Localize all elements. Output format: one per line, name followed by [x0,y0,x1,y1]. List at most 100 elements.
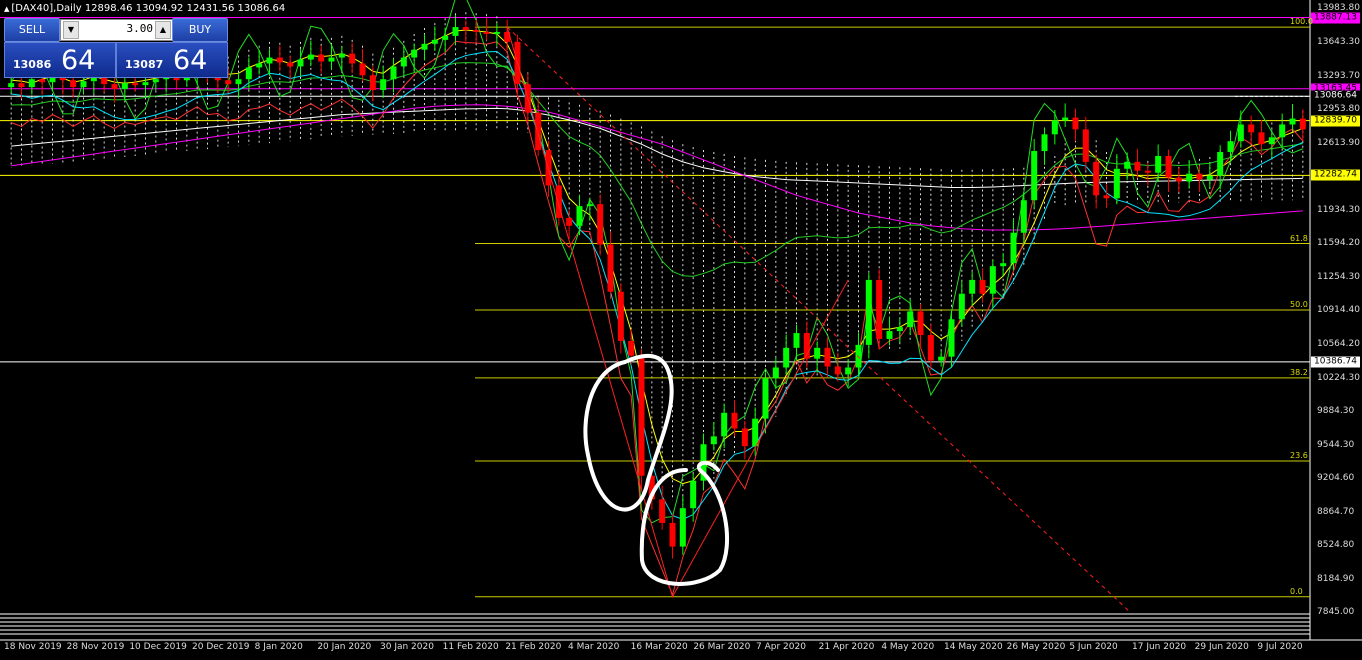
quantity-value[interactable]: 3.00 [127,22,154,35]
candle-85 [886,316,893,346]
candle-body-116 [1206,175,1213,180]
candle-body-115 [1196,173,1203,180]
candle-body-73 [762,378,769,419]
candle-body-120 [1248,124,1255,133]
candle-body-35 [369,75,376,91]
candle-body-0 [8,83,15,88]
candle-115 [1196,165,1203,192]
candle-body-71 [741,428,748,447]
y-tick-12: 9884.30 [1317,406,1355,417]
candle-84 [876,269,883,350]
candle-61 [638,349,645,490]
x-tick-6: 30 Jan 2020 [380,642,434,652]
candle-81 [845,358,852,387]
increase-quantity-icon[interactable]: ▲ [155,21,171,39]
candle-body-98 [1020,200,1027,233]
y-tick-11: 10224.30 [1317,372,1360,383]
candle-body-54 [566,217,573,226]
candle-body-61 [638,355,645,476]
candle-body-39 [411,49,418,58]
candle-body-25 [266,57,273,64]
candle-body-33 [349,53,356,64]
candle-body-28 [297,59,304,67]
candle-body-114 [1186,173,1193,182]
candle-25 [266,49,273,76]
candle-body-12 [132,83,139,86]
candle-body-36 [380,79,387,91]
candle-body-70 [731,412,738,429]
candle-body-87 [907,311,914,328]
price-chart[interactable] [0,0,1362,660]
sell-price-pips: 64 [61,45,96,76]
price-tag-5: 10386.74 [1311,356,1360,368]
candle-body-76 [793,333,800,348]
dashed-trend-line [506,26,1131,613]
candle-body-34 [359,63,366,76]
candle-112 [1165,149,1172,192]
buy-button[interactable]: BUY [172,18,228,42]
candle-body-31 [328,57,335,62]
x-tick-5: 20 Jan 2020 [317,642,372,652]
candle-122 [1268,129,1275,158]
candle-body-102 [1062,117,1069,121]
sell-price-box[interactable]: 13086 64 [4,42,116,78]
candle-body-46 [483,31,490,34]
candle-body-99 [1031,151,1038,201]
symbol-label: [DAX40],Daily [11,3,82,14]
candle-113 [1175,167,1182,193]
candle-body-22 [235,79,242,85]
candle-body-65 [679,508,686,547]
candle-body-94 [979,279,986,294]
candle-body-32 [338,53,345,58]
candle-body-119 [1237,124,1244,142]
candle-111 [1155,144,1162,182]
candle-28 [297,49,304,77]
x-tick-0: 18 Nov 2019 [4,642,62,652]
candle-46 [483,18,490,41]
candle-body-58 [607,244,614,292]
candle-body-42 [442,35,449,40]
candle-body-38 [400,57,407,67]
candle-body-40 [421,43,428,50]
y-tick-15: 8864.70 [1317,506,1355,517]
candle-44 [462,20,469,44]
price-tag-4: 12282.74 [1311,169,1360,181]
candle-116 [1206,163,1213,189]
candle-body-110 [1144,170,1151,173]
candle-body-79 [824,347,831,367]
x-tick-9: 4 Mar 2020 [568,642,620,652]
candle-body-118 [1227,141,1234,153]
candle-body-96 [1000,263,1007,267]
candle-100 [1041,127,1048,165]
sell-button[interactable]: SELL [4,18,60,42]
candle-body-45 [473,30,480,32]
ma-yellow-line [11,29,1304,485]
y-tick-9: 10914.40 [1317,305,1360,315]
y-tick-7: 11594.20 [1317,238,1360,249]
collapse-triangle-icon[interactable]: ▲ [4,5,9,13]
candle-body-59 [617,291,624,341]
candle-117 [1217,145,1224,190]
x-tick-2: 10 Dec 2019 [129,642,187,652]
buy-price-box[interactable]: 13087 64 [116,42,228,78]
candle-body-113 [1175,177,1182,182]
candle-body-66 [690,480,697,509]
candle-64 [669,514,676,559]
candle-40 [421,33,428,61]
candle-body-124 [1289,118,1296,125]
price-tag-2: 13086.64 [1311,90,1360,102]
candle-77 [803,321,810,368]
candle-body-101 [1051,120,1058,135]
candle-22 [235,72,242,99]
quantity-stepper[interactable]: ▼ 3.00 ▲ [60,19,174,41]
candle-body-75 [783,347,790,368]
candle-body-68 [710,436,717,445]
x-tick-17: 5 Jun 2020 [1069,642,1118,652]
x-tick-11: 26 Mar 2020 [693,642,751,652]
decrease-quantity-icon[interactable]: ▼ [63,21,79,39]
candle-109 [1134,148,1141,179]
x-tick-12: 7 Apr 2020 [756,642,806,652]
y-tick-2: 13293.70 [1317,70,1360,81]
candle-65 [679,495,686,555]
x-tick-4: 8 Jan 2020 [254,642,303,652]
